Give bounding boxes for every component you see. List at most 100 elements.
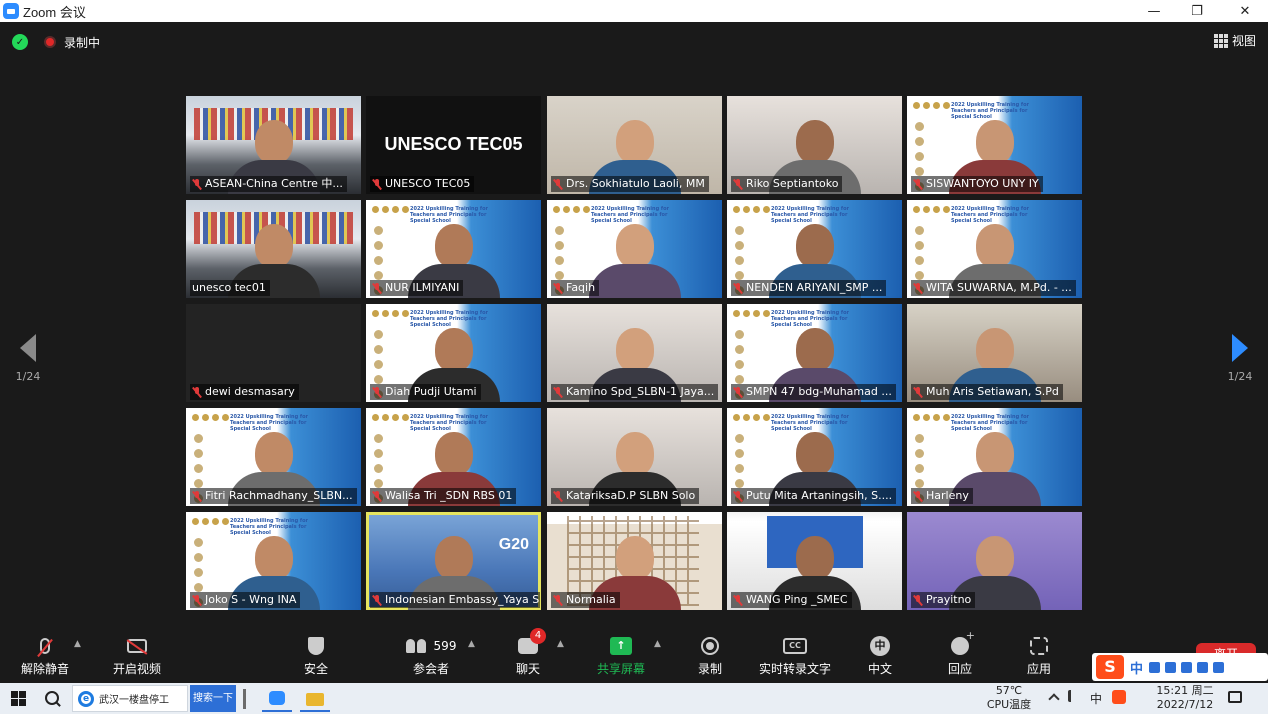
partner-logos-icon — [733, 310, 770, 317]
participant-name: NUR ILMIYANI — [385, 281, 460, 294]
virtual-background-title: 2022 Upskilling Training for Teachers an… — [410, 206, 488, 224]
participant-tile[interactable]: KatariksaD.P SLBN Solo — [547, 408, 722, 506]
close-button[interactable]: ✕ — [1222, 0, 1268, 22]
record-button[interactable]: 录制 — [686, 635, 734, 677]
participant-tile[interactable]: 2022 Upskilling Training for Teachers an… — [366, 304, 541, 402]
participant-tile[interactable]: 2022 Upskilling Training for Teachers an… — [366, 408, 541, 506]
partner-logos-icon — [913, 102, 950, 109]
participant-tile[interactable]: 2022 Upskilling Training for Teachers an… — [547, 200, 722, 298]
taskbar-search-box[interactable]: e 武汉一楼盘停工 — [72, 685, 188, 712]
share-options-caret-icon[interactable]: ▲ — [654, 639, 661, 649]
sogou-ime-icon[interactable]: S — [1096, 655, 1124, 679]
restore-button[interactable]: ❐ — [1174, 0, 1220, 22]
participants-button[interactable]: 599 参会者 — [395, 635, 467, 677]
clock-date: 2022/7/12 — [1156, 698, 1214, 711]
participant-tile[interactable]: Drs. Sokhiatulo Laoli, MM — [547, 96, 722, 194]
taskbar-separator — [243, 689, 246, 709]
participant-tile[interactable]: Muh Aris Setiawan, S.Pd — [907, 304, 1082, 402]
apps-button[interactable]: 应用 — [1016, 635, 1062, 677]
taskbar-clock[interactable]: 15:21 周二 2022/7/12 — [1140, 683, 1230, 712]
participant-tile[interactable]: 2022 Upskilling Training for Teachers an… — [186, 512, 361, 610]
participant-tile[interactable]: 2022 Upskilling Training for Teachers an… — [907, 96, 1082, 194]
mic-muted-icon — [192, 490, 202, 502]
participant-name: unesco tec01 — [192, 281, 266, 294]
mic-muted-icon — [913, 178, 923, 190]
unmute-label: 解除静音 — [20, 662, 69, 676]
reactions-button[interactable]: 回应 — [936, 629, 984, 677]
live-transcript-label: 实时转录文字 — [758, 662, 831, 676]
participant-tile[interactable]: UNESCO TEC05 UNESCO TEC05 — [366, 96, 541, 194]
mic-muted-icon — [553, 594, 563, 606]
participant-tile[interactable]: unesco tec01 — [186, 200, 361, 298]
windows-start-icon[interactable] — [11, 691, 26, 706]
previous-page-button[interactable]: 1/24 — [8, 334, 48, 383]
next-page-button[interactable]: 1/24 — [1220, 334, 1260, 383]
participant-tile[interactable]: 2022 Upskilling Training for Teachers an… — [366, 200, 541, 298]
share-screen-button[interactable]: ↑ 共享屏幕 — [590, 635, 652, 677]
participant-tile[interactable]: 2022 Upskilling Training for Teachers an… — [727, 408, 902, 506]
cpu-temperature[interactable]: 57℃ CPU温度 — [978, 683, 1040, 712]
participant-tile[interactable]: ASEAN-China Centre 中... — [186, 96, 361, 194]
taskbar-search-button[interactable]: 搜索一下 — [190, 685, 236, 712]
participant-name-label: ASEAN-China Centre 中... — [190, 176, 347, 192]
chat-options-caret-icon[interactable]: ▲ — [557, 639, 564, 649]
start-video-button[interactable]: 开启视频 — [106, 635, 168, 677]
participant-tile[interactable]: WANG Ping _SMEC — [727, 512, 902, 610]
mic-muted-icon — [913, 386, 923, 398]
participants-options-caret-icon[interactable]: ▲ — [468, 639, 475, 649]
tile-overlay-text: UNESCO TEC05 — [384, 134, 523, 154]
participant-tile[interactable]: 2022 Upskilling Training for Teachers an… — [907, 200, 1082, 298]
sogou-tray-icon[interactable] — [1112, 690, 1127, 704]
shield-icon — [308, 637, 324, 655]
tile-overlay-text: G20 — [498, 536, 529, 553]
chat-bubble-icon: 4 — [518, 628, 546, 654]
participant-name: Prayitno — [926, 593, 972, 606]
participant-tile[interactable]: G20 Indonesian Embassy_Yaya Su... — [366, 512, 541, 610]
mic-muted-icon — [372, 178, 382, 190]
live-transcript-button[interactable]: CC 实时转录文字 — [750, 635, 840, 677]
encryption-shield-icon[interactable]: ✓ — [12, 34, 28, 50]
mic-muted-icon — [553, 282, 563, 294]
recording-status[interactable]: 录制中 — [64, 34, 100, 51]
participant-tile[interactable]: Kamino Spd_SLBN-1 Jaya... — [547, 304, 722, 402]
chat-button[interactable]: 4 聊天 — [504, 628, 552, 677]
ime-mode[interactable]: 中 — [1130, 658, 1143, 677]
participant-name: Normalia — [566, 593, 616, 606]
participant-tile[interactable]: Prayitno — [907, 512, 1082, 610]
mic-muted-icon — [553, 178, 563, 190]
zoom-app-icon[interactable] — [262, 685, 292, 712]
mic-muted-icon — [913, 490, 923, 502]
participant-tile[interactable]: 2022 Upskilling Training for Teachers an… — [727, 200, 902, 298]
virtual-background-title: 2022 Upskilling Training for Teachers an… — [951, 102, 1029, 120]
file-explorer-icon[interactable] — [300, 685, 330, 712]
mic-muted-icon — [372, 282, 382, 294]
security-button[interactable]: 安全 — [290, 635, 342, 677]
ime-toolbar[interactable]: S 中 — [1092, 653, 1268, 681]
show-hidden-icons-icon[interactable] — [1048, 693, 1060, 705]
participant-tile[interactable]: Riko Septiantoko — [727, 96, 902, 194]
language-icon: 中 — [870, 636, 890, 656]
participant-tile[interactable]: dewi desmasary — [186, 304, 361, 402]
view-button[interactable]: 视图 — [1213, 32, 1256, 49]
ime-tools-icon[interactable] — [1149, 661, 1225, 673]
search-icon[interactable] — [45, 691, 59, 705]
participant-name-label: WANG Ping _SMEC — [731, 592, 852, 608]
unmute-button[interactable]: 解除静音 — [14, 635, 76, 677]
notification-icon[interactable] — [1228, 691, 1242, 703]
mic-muted-icon — [192, 178, 202, 190]
language-button[interactable]: 中 中文 — [858, 635, 902, 677]
participant-name-label: dewi desmasary — [190, 384, 299, 400]
ime-indicator[interactable]: 中 — [1090, 690, 1102, 707]
participant-tile[interactable]: 2022 Upskilling Training for Teachers an… — [727, 304, 902, 402]
speaker-icon[interactable] — [1068, 690, 1080, 702]
participant-name-label: Indonesian Embassy_Yaya Su... — [370, 592, 540, 608]
participant-tile[interactable]: Normalia — [547, 512, 722, 610]
virtual-background-title: 2022 Upskilling Training for Teachers an… — [771, 206, 849, 224]
participant-tile[interactable]: 2022 Upskilling Training for Teachers an… — [186, 408, 361, 506]
participant-name: Indonesian Embassy_Yaya Su... — [385, 593, 540, 606]
participant-tile[interactable]: 2022 Upskilling Training for Teachers an… — [907, 408, 1082, 506]
audio-options-caret-icon[interactable]: ▲ — [74, 639, 81, 649]
mic-muted-icon — [40, 638, 50, 654]
minimize-button[interactable]: — — [1131, 0, 1177, 22]
virtual-background-title: 2022 Upskilling Training for Teachers an… — [951, 206, 1029, 224]
